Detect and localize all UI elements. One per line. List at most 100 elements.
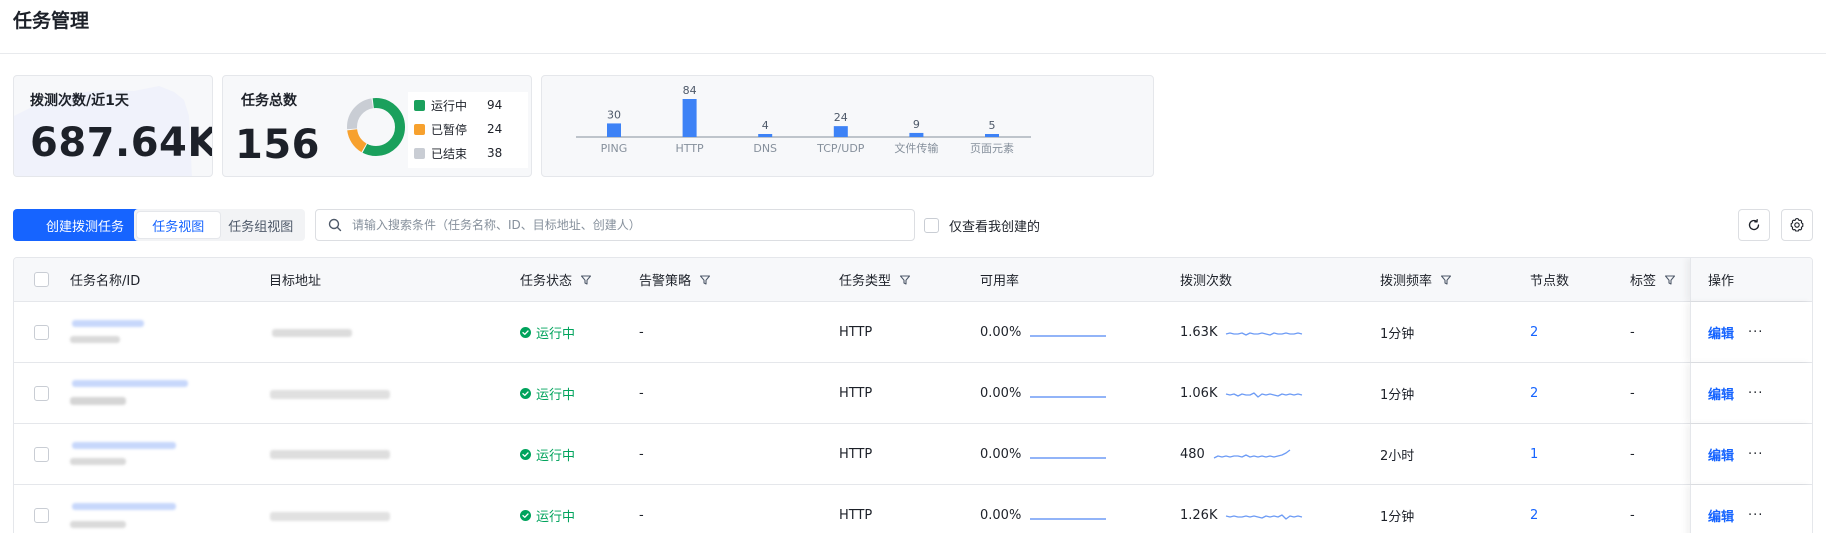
nodes-link[interactable]: 2	[1530, 485, 1538, 533]
tab-task-view[interactable]: 任务视图	[137, 212, 220, 238]
edit-button[interactable]: 编辑	[1708, 445, 1734, 464]
status-badge: 运行中	[520, 384, 575, 403]
count-value: 1.06K	[1180, 385, 1218, 401]
table-row[interactable]: 运行中 - HTTP 0.00% 480 2小时 1 - 编辑 ···	[14, 424, 1812, 485]
availability-cell: 0.00%	[980, 424, 1107, 484]
more-actions-button[interactable]: ···	[1748, 325, 1763, 340]
row-checkbox[interactable]	[34, 446, 49, 462]
col-alert: 告警策略	[639, 258, 711, 301]
task-type-chart-card: 30 PING 84 HTTP 4 DNS 24 TCP/UDP 9 文件传输 5 页面元素	[541, 75, 1154, 177]
legend-value: 94	[487, 98, 503, 112]
row-checkbox[interactable]	[34, 507, 49, 523]
table-header: 任务名称/ID 目标地址 任务状态 告警策略 任务类型 可用率 拨测次数 拨测频…	[14, 258, 1812, 302]
only-mine-checkbox[interactable]	[924, 218, 939, 233]
col-frequency-label: 拨测频率	[1380, 274, 1433, 289]
task-total-card: 任务总数 156 运行中 94 已暂停 24 已结束 38	[222, 75, 532, 177]
redacted-text	[272, 329, 352, 337]
filter-icon[interactable]	[699, 274, 711, 286]
page-title: 任务管理	[13, 10, 90, 32]
col-name: 任务名称/ID	[70, 274, 141, 289]
select-all-checkbox[interactable]	[34, 272, 49, 287]
availability-cell: 0.00%	[980, 485, 1107, 533]
table-row[interactable]: 运行中 - HTTP 0.00% 1.63K 1分钟 2 - 编辑 ···	[14, 302, 1812, 363]
table-row[interactable]: 运行中 - HTTP 0.00% 1.26K 1分钟 2 - 编辑 ···	[14, 485, 1812, 533]
redacted-text	[270, 450, 390, 459]
row-checkbox[interactable]	[34, 385, 49, 401]
tab-task-group-view[interactable]: 任务组视图	[220, 212, 303, 238]
count-value: 1.63K	[1180, 324, 1218, 340]
edit-button[interactable]: 编辑	[1708, 506, 1734, 525]
probe-count-card: 拨测次数/近1天 687.64K	[13, 75, 213, 177]
legend-row-ended: 已结束 38	[408, 141, 528, 165]
status-text: 运行中	[536, 326, 576, 342]
col-tags: 标签	[1630, 258, 1676, 301]
more-actions-button[interactable]: ···	[1748, 447, 1763, 462]
category-label: 文件传输	[894, 141, 938, 155]
refresh-icon	[1748, 218, 1760, 231]
search-input[interactable]	[352, 218, 914, 232]
table-row[interactable]: 运行中 - HTTP 0.00% 1.06K 1分钟 2 - 编辑 ···	[14, 363, 1812, 424]
filter-icon[interactable]	[1440, 274, 1452, 286]
ops-header: 操作	[1690, 258, 1812, 301]
tags-cell: -	[1630, 507, 1635, 523]
status-text: 运行中	[536, 387, 576, 403]
count-sparkline	[1226, 514, 1303, 520]
status-cell: 运行中	[520, 485, 575, 533]
row-select-cell	[34, 485, 49, 533]
ops-actions: 编辑 ···	[1708, 424, 1763, 484]
refresh-button[interactable]	[1738, 209, 1770, 241]
col-availability: 可用率	[980, 274, 1020, 289]
only-mine-label: 仅查看我创建的	[949, 220, 1041, 235]
bar-TCP/UDP	[833, 126, 848, 137]
count-sparkline	[1226, 332, 1303, 336]
frequency-cell: 2小时	[1380, 448, 1415, 464]
gear-icon	[1790, 217, 1804, 232]
status-cell: 运行中	[520, 302, 575, 362]
column-settings-button[interactable]	[1781, 209, 1813, 241]
legend-label: 已暂停	[431, 122, 468, 137]
redacted-text	[70, 521, 126, 528]
availability-sparkline	[1030, 518, 1107, 520]
col-ops: 操作	[1708, 274, 1735, 289]
availability-sparkline	[1030, 457, 1107, 459]
nodes-link[interactable]: 2	[1530, 302, 1538, 362]
availability-cell: 0.00%	[980, 363, 1107, 423]
count-cell: 1.63K	[1180, 302, 1303, 362]
nodes-link[interactable]: 2	[1530, 363, 1538, 423]
only-mine-filter[interactable]: 仅查看我创建的	[924, 216, 1040, 235]
ops-cell: 编辑 ···	[1690, 302, 1812, 362]
filter-icon[interactable]	[580, 274, 592, 286]
type-cell: HTTP	[839, 446, 873, 462]
category-label: HTTP	[676, 142, 705, 155]
tags-cell: -	[1630, 324, 1635, 340]
filter-icon[interactable]	[1664, 274, 1676, 286]
filter-icon[interactable]	[899, 274, 911, 286]
count-sparkline	[1226, 392, 1303, 398]
bar-页面元素	[985, 134, 999, 137]
probe-count-value: 687.64K	[30, 120, 213, 166]
redacted-text	[70, 397, 126, 405]
count-value: 480	[1180, 446, 1205, 462]
legend-row-running: 运行中 94	[408, 93, 528, 117]
edit-button[interactable]: 编辑	[1708, 323, 1734, 342]
availability-sparkline	[1030, 335, 1107, 337]
edit-button[interactable]: 编辑	[1708, 384, 1734, 403]
more-actions-button[interactable]: ···	[1748, 508, 1763, 523]
row-checkbox[interactable]	[34, 324, 49, 340]
frequency-cell: 1分钟	[1380, 509, 1415, 525]
row-select-cell	[34, 363, 49, 423]
more-actions-button[interactable]: ···	[1748, 386, 1763, 401]
redacted-text	[72, 320, 144, 327]
bar-value-label: 30	[607, 108, 621, 121]
ops-actions: 编辑 ···	[1708, 485, 1763, 533]
status-text: 运行中	[536, 448, 576, 464]
nodes-link[interactable]: 1	[1530, 424, 1538, 484]
col-type-label: 任务类型	[839, 274, 892, 289]
redacted-text	[72, 380, 188, 387]
col-frequency: 拨测频率	[1380, 258, 1452, 301]
search-box	[315, 209, 915, 241]
status-text: 运行中	[536, 509, 576, 525]
row-select-cell	[34, 424, 49, 484]
redacted-text	[72, 503, 176, 510]
redacted-text	[70, 458, 126, 465]
